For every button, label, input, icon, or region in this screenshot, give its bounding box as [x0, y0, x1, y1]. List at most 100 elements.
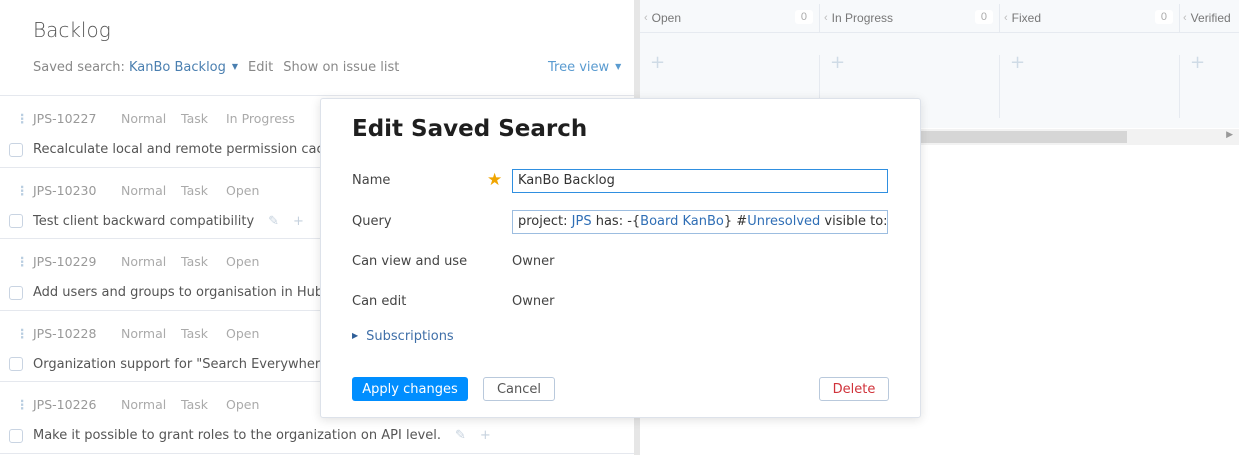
- drag-handle-icon[interactable]: ⋮: [16, 397, 33, 412]
- collapse-column-icon[interactable]: ‹: [644, 12, 648, 24]
- query-text: has: -{: [591, 214, 641, 229]
- can-view-label: Can view and use: [352, 254, 468, 269]
- issue-type[interactable]: Task: [181, 111, 226, 126]
- issue-checkbox[interactable]: [9, 214, 23, 228]
- plus-icon[interactable]: +: [480, 428, 491, 443]
- query-token: Board KanBo: [640, 214, 724, 229]
- view-mode-selector[interactable]: Tree view ▼: [548, 60, 621, 75]
- view-mode-label: Tree view: [548, 60, 610, 75]
- issue-id[interactable]: JPS-10230: [33, 183, 121, 198]
- scroll-right-icon[interactable]: ▶: [1226, 130, 1233, 140]
- issue-checkbox[interactable]: [9, 285, 23, 300]
- column-name: Fixed: [1011, 11, 1042, 25]
- query-text: project:: [518, 214, 572, 229]
- board-column-header[interactable]: ‹ Open 0: [640, 4, 820, 33]
- issue-priority[interactable]: Normal: [121, 111, 181, 126]
- issue-summary[interactable]: Make it possible to grant roles to the o…: [33, 428, 441, 443]
- can-view-value[interactable]: Owner: [512, 254, 554, 269]
- query-label: Query: [352, 214, 392, 229]
- column-name: In Progress: [831, 11, 894, 25]
- issue-type[interactable]: Task: [181, 326, 226, 341]
- issue-priority[interactable]: Normal: [121, 397, 181, 412]
- backlog-toolbar: Saved search: KanBo Backlog ▼ Edit Show o…: [33, 60, 399, 75]
- issue-summary[interactable]: Add users and groups to organisation in …: [33, 285, 323, 300]
- can-edit-value[interactable]: Owner: [512, 294, 554, 309]
- issue-summary[interactable]: Recalculate local and remote permission …: [33, 142, 340, 157]
- show-on-issue-list-link[interactable]: Show on issue list: [283, 60, 399, 75]
- plus-icon[interactable]: +: [293, 214, 304, 229]
- chevron-down-icon: ▼: [615, 62, 622, 71]
- issue-summary[interactable]: Test client backward compatibility: [33, 214, 254, 229]
- issue-state[interactable]: Open: [226, 183, 259, 198]
- add-card-icon[interactable]: +: [1190, 52, 1205, 73]
- issue-type[interactable]: Task: [181, 397, 226, 412]
- issue-meta: ⋮ JPS-10230 Normal Task Open: [16, 183, 259, 198]
- add-card-icon[interactable]: +: [830, 52, 845, 73]
- board-column-header[interactable]: ‹ In Progress 0: [820, 4, 1000, 33]
- cancel-button[interactable]: Cancel: [483, 377, 555, 401]
- query-input[interactable]: project: JPS has: -{Board KanBo} #Unreso…: [512, 210, 888, 234]
- query-token: Unresolved: [747, 214, 821, 229]
- chevron-down-icon: ▼: [231, 62, 239, 71]
- issue-state[interactable]: Open: [226, 397, 259, 412]
- issue-priority[interactable]: Normal: [121, 183, 181, 198]
- query-text: } #: [723, 214, 748, 229]
- issue-meta: ⋮ JPS-10227 Normal Task In Progress: [16, 111, 295, 126]
- issue-checkbox[interactable]: [9, 428, 23, 443]
- can-edit-label: Can edit: [352, 294, 407, 309]
- issue-summary-line: Make it possible to grant roles to the o…: [9, 428, 491, 443]
- subscriptions-toggle[interactable]: ▶ Subscriptions: [352, 329, 454, 344]
- board-column-header[interactable]: ‹ Fixed 0: [1000, 4, 1180, 33]
- issue-id[interactable]: JPS-10226: [33, 397, 121, 412]
- issue-type[interactable]: Task: [181, 183, 226, 198]
- apply-changes-button[interactable]: Apply changes: [352, 377, 468, 401]
- collapse-column-icon[interactable]: ‹: [1183, 12, 1187, 24]
- delete-button[interactable]: Delete: [819, 377, 889, 401]
- edit-link[interactable]: Edit: [248, 60, 273, 75]
- issue-state[interactable]: Open: [226, 326, 259, 341]
- pencil-icon[interactable]: ✎: [268, 214, 279, 229]
- issue-summary-line: Add users and groups to organisation in …: [9, 285, 323, 300]
- issue-checkbox[interactable]: [9, 357, 23, 371]
- drag-handle-icon[interactable]: ⋮: [16, 183, 33, 198]
- drag-handle-icon[interactable]: ⋮: [16, 326, 33, 341]
- board-column-header[interactable]: ‹ Verified: [1180, 4, 1239, 33]
- drag-handle-icon[interactable]: ⋮: [16, 111, 33, 126]
- issue-summary-line: Recalculate local and remote permission …: [9, 142, 340, 157]
- issue-checkbox[interactable]: [9, 142, 23, 157]
- query-token: JPS: [571, 214, 592, 229]
- issue-id[interactable]: JPS-10229: [33, 254, 121, 269]
- collapse-column-icon[interactable]: ‹: [824, 12, 828, 24]
- pencil-icon[interactable]: ✎: [455, 428, 466, 443]
- saved-search-label: Saved search:: [33, 60, 125, 75]
- star-icon[interactable]: ★: [487, 170, 502, 190]
- column-count: 0: [1154, 10, 1173, 24]
- issue-state[interactable]: In Progress: [226, 111, 295, 126]
- column-count: 0: [794, 10, 813, 24]
- issue-id[interactable]: JPS-10227: [33, 111, 121, 126]
- subscriptions-label: Subscriptions: [366, 329, 454, 344]
- add-card-icon[interactable]: +: [1010, 52, 1025, 73]
- column-divider: [1179, 55, 1180, 118]
- issue-summary-line: Organization support for "Search Everywh…: [9, 357, 334, 372]
- column-divider: [999, 55, 1000, 118]
- issue-id[interactable]: JPS-10228: [33, 326, 121, 341]
- collapse-column-icon[interactable]: ‹: [1004, 12, 1008, 24]
- name-input[interactable]: KanBo Backlog: [512, 169, 888, 193]
- name-label: Name: [352, 173, 391, 188]
- add-card-icon[interactable]: +: [650, 52, 665, 73]
- column-name: Open: [651, 11, 682, 25]
- drag-handle-icon[interactable]: ⋮: [16, 254, 33, 269]
- issue-state[interactable]: Open: [226, 254, 259, 269]
- issue-priority[interactable]: Normal: [121, 326, 181, 341]
- issue-summary-line: Test client backward compatibility ✎ +: [9, 214, 304, 229]
- issue-summary[interactable]: Organization support for "Search Everywh…: [33, 357, 334, 372]
- page-title: Backlog: [33, 18, 111, 42]
- dialog-title: Edit Saved Search: [352, 116, 588, 142]
- saved-search-value: KanBo Backlog: [129, 60, 226, 75]
- issue-priority[interactable]: Normal: [121, 254, 181, 269]
- edit-saved-search-dialog: Edit Saved Search Name ★ KanBo Backlog Q…: [320, 98, 921, 418]
- saved-search-selector[interactable]: Saved search: KanBo Backlog ▼: [33, 60, 238, 75]
- expand-triangle-icon: ▶: [352, 331, 359, 340]
- issue-type[interactable]: Task: [181, 254, 226, 269]
